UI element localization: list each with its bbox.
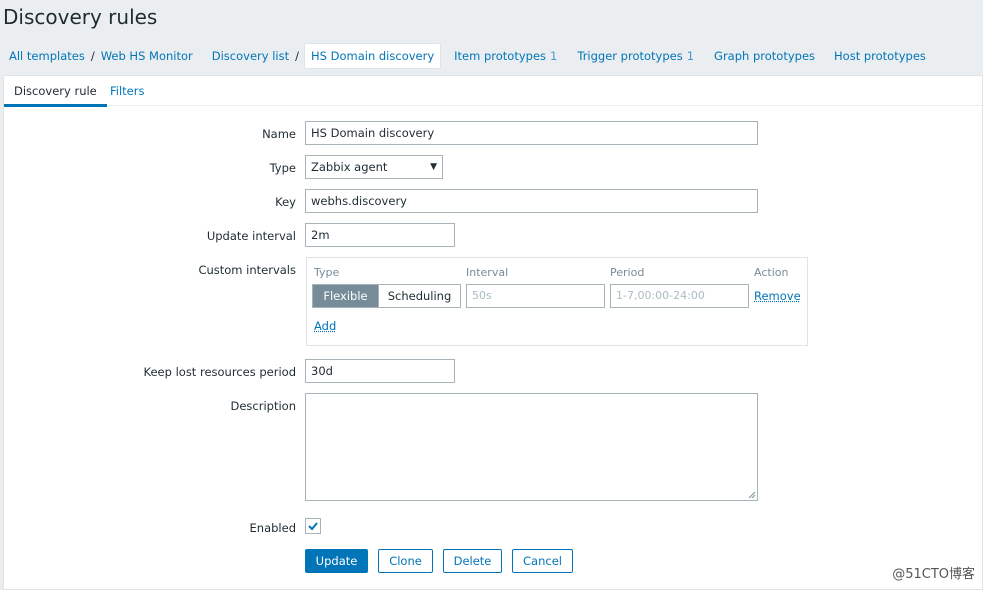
update-button[interactable]: Update — [305, 549, 368, 573]
keep-lost-input[interactable]: 30d — [305, 359, 455, 383]
custom-intervals-table: Type Interval Period Action Flexible Sch… — [306, 257, 808, 346]
resize-handle-icon[interactable] — [748, 491, 756, 499]
type-label: Type — [269, 161, 296, 175]
nav-host-prototypes[interactable]: Host prototypes — [834, 49, 926, 63]
key-label: Key — [275, 195, 296, 209]
key-input[interactable]: webhs.discovery — [305, 189, 758, 213]
keep-lost-label: Keep lost resources period — [143, 365, 296, 379]
trigger-prototypes-count: 1 — [686, 49, 695, 63]
flexible-option[interactable]: Flexible — [313, 285, 378, 307]
breadcrumb: All templates / Web HS Monitor Discovery… — [0, 40, 983, 72]
custom-intervals-label: Custom intervals — [198, 263, 296, 277]
enabled-label: Enabled — [249, 521, 296, 535]
nav-item-prototypes[interactable]: Item prototypes 1 — [454, 49, 557, 63]
add-interval-link[interactable]: Add — [314, 319, 336, 333]
page-title: Discovery rules — [3, 5, 158, 29]
type-select-value: Zabbix agent — [311, 160, 388, 174]
form-card: Discovery rule Filters Name HS Domain di… — [3, 75, 983, 590]
nav-graph-prototypes[interactable]: Graph prototypes — [714, 49, 815, 63]
breadcrumb-separator: / — [295, 49, 299, 63]
update-interval-label: Update interval — [206, 229, 296, 243]
item-prototypes-count: 1 — [550, 49, 558, 63]
name-label: Name — [262, 127, 296, 141]
breadcrumb-separator: / — [90, 49, 95, 63]
interval-type-toggle: Flexible Scheduling — [312, 284, 461, 308]
nav-trigger-prototypes[interactable]: Trigger prototypes 1 — [577, 49, 694, 63]
scheduling-option[interactable]: Scheduling — [378, 285, 460, 307]
remove-interval-link[interactable]: Remove — [754, 289, 801, 303]
ci-header-type: Type — [314, 266, 340, 279]
breadcrumb-template[interactable]: Web HS Monitor — [101, 49, 193, 63]
tab-bar: Discovery rule Filters — [4, 76, 982, 107]
description-textarea[interactable] — [305, 393, 758, 501]
ci-header-period: Period — [610, 266, 645, 279]
custom-interval-input[interactable]: 50s — [466, 284, 605, 308]
dropdown-arrow-icon: ▼ — [430, 162, 437, 172]
breadcrumb-all-templates[interactable]: All templates — [9, 49, 85, 63]
enabled-checkbox[interactable] — [305, 518, 321, 534]
clone-button[interactable]: Clone — [378, 549, 433, 573]
tab-discovery-rule[interactable]: Discovery rule — [4, 76, 107, 107]
name-input[interactable]: HS Domain discovery — [305, 121, 758, 145]
ci-header-action: Action — [754, 266, 789, 279]
custom-period-input[interactable]: 1-7,00:00-24:00 — [610, 284, 749, 308]
breadcrumb-discovery-list[interactable]: Discovery list — [212, 49, 289, 63]
description-label: Description — [230, 399, 297, 413]
watermark: @51CTO博客 — [892, 567, 975, 582]
update-interval-input[interactable]: 2m — [305, 223, 455, 247]
ci-header-interval: Interval — [466, 266, 509, 279]
checkmark-icon — [308, 522, 318, 531]
tab-filters[interactable]: Filters — [100, 76, 154, 106]
cancel-button[interactable]: Cancel — [512, 549, 573, 573]
breadcrumb-current-rule[interactable]: HS Domain discovery — [304, 43, 442, 69]
type-select[interactable]: Zabbix agent ▼ — [305, 155, 443, 179]
delete-button[interactable]: Delete — [443, 549, 502, 573]
